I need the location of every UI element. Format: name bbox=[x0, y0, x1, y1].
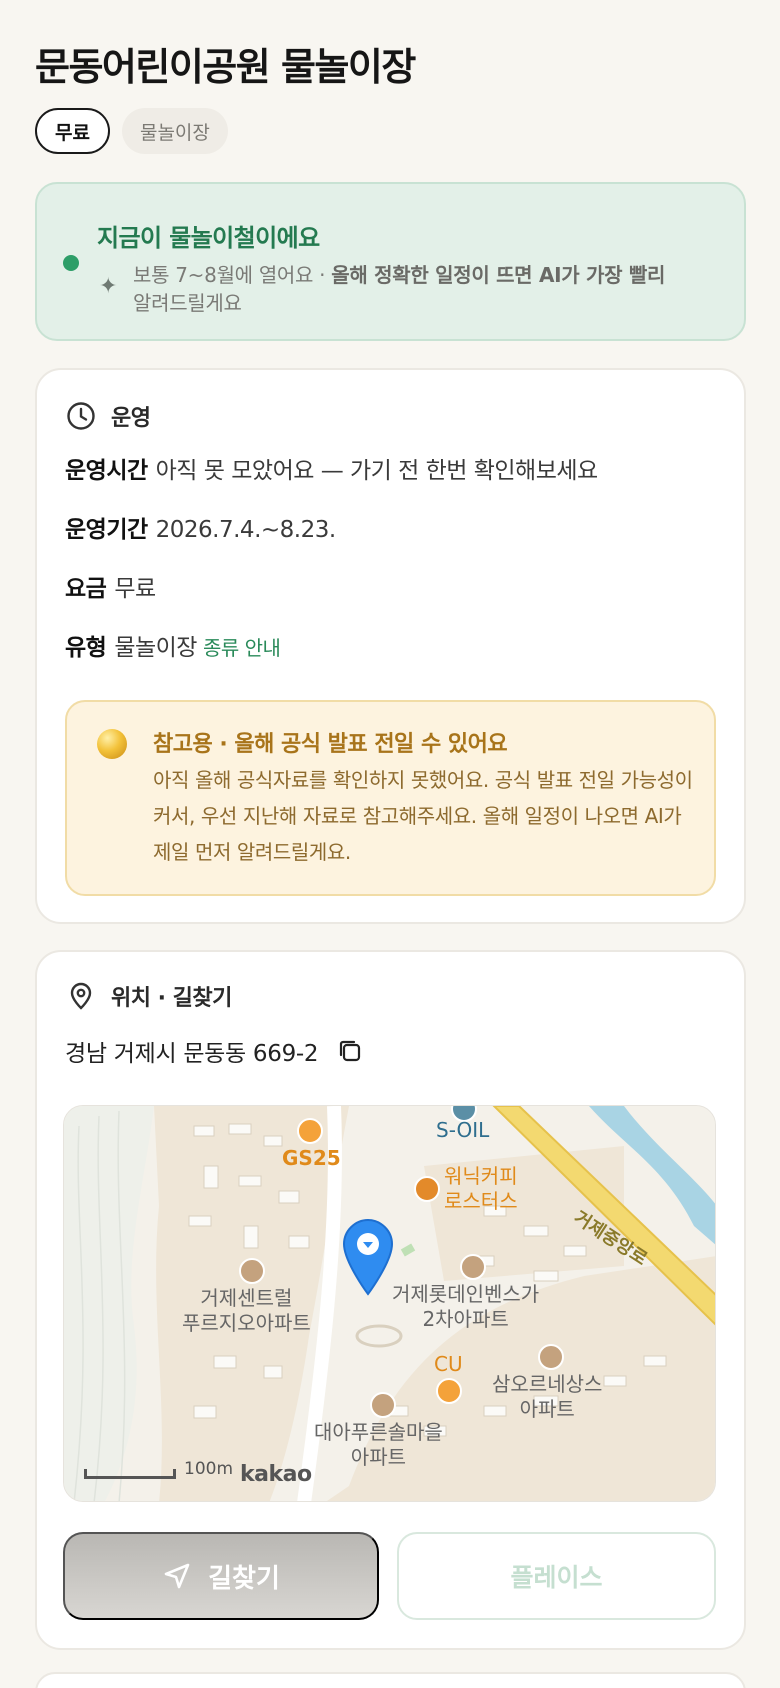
period-value: 2026.7.4.~8.23. bbox=[155, 517, 337, 543]
place-button[interactable]: 플레이스 bbox=[397, 1532, 716, 1620]
map-label-apt4-line1: 대아푸른솔마을 bbox=[314, 1420, 443, 1444]
notice-body: 아직 올해 공식자료를 확인하지 못했어요. 공식 발표 전일 가능성이 커서,… bbox=[153, 768, 693, 864]
navigation-arrow-icon bbox=[164, 1563, 190, 1589]
apartment-icon bbox=[538, 1344, 564, 1370]
place-button-label: 플레이스 bbox=[510, 1564, 603, 1592]
map-label-apt1-line1: 거제센트럴 bbox=[200, 1286, 293, 1310]
season-body-bold: 올해 정확한 일정이 뜨면 AI가 가장 빨리 bbox=[331, 263, 666, 287]
hours-value: 아직 못 모았어요 — 가기 전 한번 확인해보세요 bbox=[155, 458, 599, 484]
sparkle-icon: ✦ bbox=[99, 274, 118, 299]
map-label-soil: S-OIL bbox=[436, 1118, 490, 1142]
map-label-apt3-line1: 삼오르네상스 bbox=[492, 1372, 603, 1396]
map-label-apt3-line2: 아파트 bbox=[519, 1397, 575, 1421]
info-row-type: 유형 물놀이장 종류 안내 bbox=[65, 628, 281, 662]
coin-icon bbox=[97, 729, 127, 759]
page: 문동어린이공원 물놀이장 무료 물놀이장 지금이 물놀이철이에요 ✦ 보통 7~… bbox=[0, 0, 780, 1688]
map-label-apt2: 거제롯데인벤스가 2차아파트 bbox=[392, 1282, 539, 1332]
directions-button[interactable]: 길찾기 bbox=[63, 1532, 379, 1620]
map-label-apt1: 거제센트럴 푸르지오아파트 bbox=[182, 1286, 311, 1336]
fee-value: 무료 bbox=[114, 576, 156, 602]
type-value: 물놀이장 bbox=[114, 635, 197, 661]
hours-label: 운영시간 bbox=[65, 458, 148, 484]
apartment-icon bbox=[460, 1254, 486, 1280]
operation-card: 운영 운영시간 아직 못 모았어요 — 가기 전 한번 확인해보세요 운영기간 20… bbox=[35, 368, 746, 924]
page-title: 문동어린이공원 물놀이장 bbox=[35, 45, 416, 89]
location-heading: 위치 · 길찾기 bbox=[65, 980, 232, 1012]
address-text: 경남 거제시 문동동 669-2 bbox=[65, 1041, 319, 1067]
map-view[interactable]: GS25 S-OIL 워닉커피 로스터스 거제중앙로 거제센트럴 푸르지오아파트… bbox=[63, 1105, 716, 1502]
address-row: 경남 거제시 문동동 669-2 bbox=[65, 1034, 364, 1068]
type-guide-link[interactable]: 종류 안내 bbox=[203, 636, 281, 660]
map-label-apt3: 삼오르네상스 아파트 bbox=[492, 1372, 602, 1422]
location-card: 위치 · 길찾기 경남 거제시 문동동 669-2 GS25 S-OIL 워닉커… bbox=[35, 950, 746, 1650]
map-marker-icon[interactable] bbox=[342, 1218, 394, 1298]
map-label-cu: CU bbox=[434, 1352, 463, 1376]
season-banner: 지금이 물놀이철이에요 ✦ 보통 7~8월에 열어요 · 올해 정확한 일정이 … bbox=[35, 182, 746, 341]
convenience-store-icon bbox=[297, 1118, 323, 1144]
map-brand-logo: kakao bbox=[240, 1462, 312, 1487]
season-body: 보통 7~8월에 열어요 · 올해 정확한 일정이 뜨면 AI가 가장 빨리 알… bbox=[133, 261, 723, 317]
map-label-cafe-line1: 워닉커피 bbox=[444, 1164, 518, 1188]
type-label: 유형 bbox=[65, 635, 107, 661]
operation-heading-label: 운영 bbox=[111, 406, 151, 431]
period-label: 운영기간 bbox=[65, 517, 148, 543]
reference-notice: 참고용 · 올해 공식 발표 전일 수 있어요 아직 올해 공식자료를 확인하지… bbox=[65, 700, 716, 896]
location-heading-label: 위치 · 길찾기 bbox=[111, 986, 232, 1011]
scale-label: 100m bbox=[184, 1459, 234, 1479]
copy-icon[interactable] bbox=[336, 1037, 364, 1065]
notice-title: 참고용 · 올해 공식 발표 전일 수 있어요 bbox=[153, 732, 508, 757]
apartment-icon bbox=[370, 1392, 396, 1418]
map-label-cafe-line2: 로스터스 bbox=[444, 1189, 518, 1213]
map-label-apt1-line2: 푸르지오아파트 bbox=[182, 1311, 311, 1335]
map-label-apt2-line1: 거제롯데인벤스가 bbox=[392, 1282, 540, 1306]
map-label-apt4: 대아푸른솔마을 아파트 bbox=[314, 1420, 443, 1470]
cafe-icon bbox=[414, 1176, 440, 1202]
convenience-store-icon bbox=[436, 1378, 462, 1404]
season-body-tail: 알려드릴게요 bbox=[133, 291, 242, 315]
fee-label: 요금 bbox=[65, 576, 107, 602]
scale-bar bbox=[84, 1469, 176, 1479]
info-row-hours: 운영시간 아직 못 모았어요 — 가기 전 한번 확인해보세요 bbox=[65, 451, 598, 485]
clock-icon bbox=[67, 402, 95, 430]
operation-heading: 운영 bbox=[65, 400, 151, 432]
next-card-edge bbox=[35, 1672, 746, 1688]
map-scale: 100m bbox=[84, 1459, 233, 1479]
season-title: 지금이 물놀이철이에요 bbox=[97, 224, 320, 252]
location-pin-icon bbox=[70, 982, 92, 1010]
apartment-icon bbox=[239, 1258, 265, 1284]
map-label-apt4-line2: 아파트 bbox=[350, 1445, 406, 1469]
season-body-plain: 보통 7~8월에 열어요 · bbox=[133, 263, 332, 287]
map-label-cafe: 워닉커피 로스터스 bbox=[444, 1164, 518, 1214]
directions-button-label: 길찾기 bbox=[208, 1562, 280, 1593]
chip-free: 무료 bbox=[35, 108, 110, 154]
map-label-apt2-line2: 2차아파트 bbox=[422, 1307, 509, 1331]
tag-chips: 무료 물놀이장 bbox=[35, 108, 228, 154]
info-row-fee: 요금 무료 bbox=[65, 569, 156, 603]
status-dot bbox=[63, 255, 79, 271]
map-label-gs25: GS25 bbox=[282, 1146, 341, 1170]
info-row-period: 운영기간 2026.7.4.~8.23. bbox=[65, 510, 336, 544]
chip-type: 물놀이장 bbox=[121, 108, 228, 154]
